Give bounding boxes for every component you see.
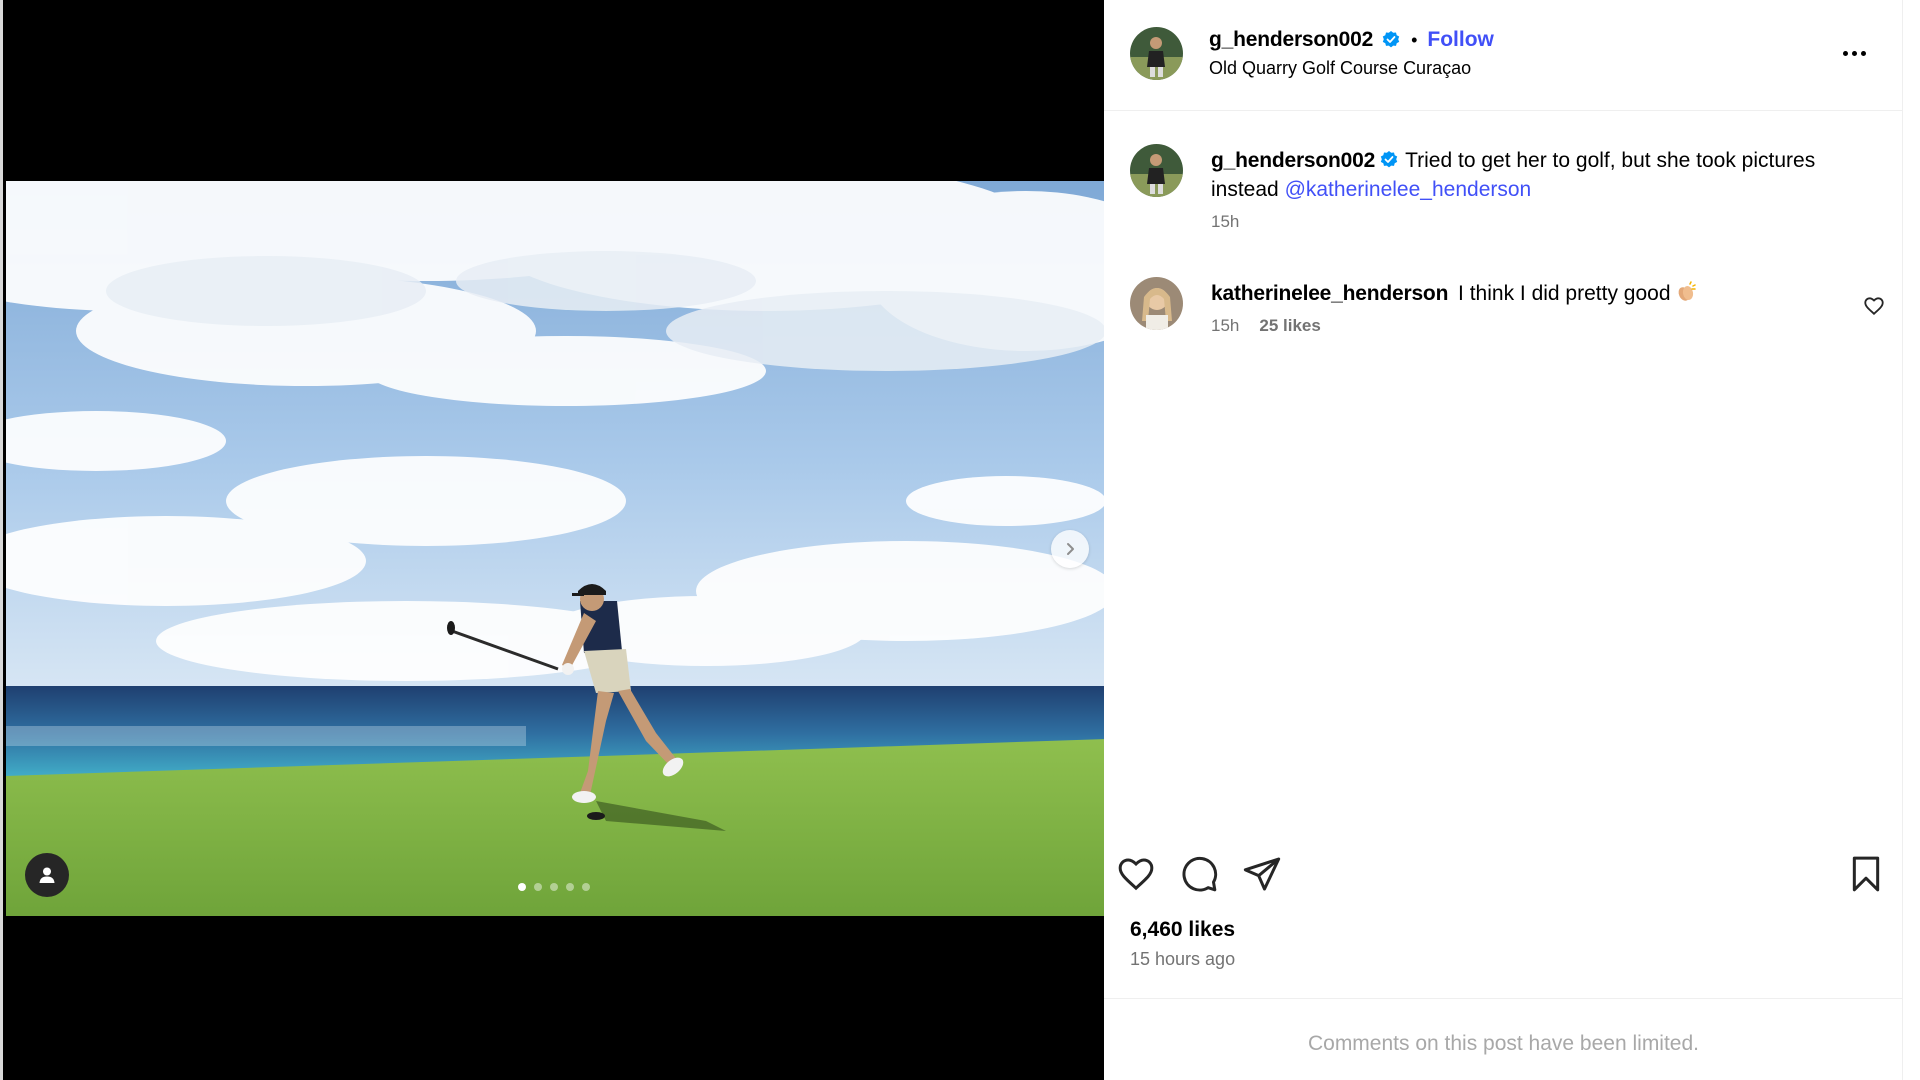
post-media-viewer xyxy=(0,0,1107,1080)
author-avatar[interactable] xyxy=(1130,27,1183,80)
next-slide-button[interactable] xyxy=(1051,530,1089,568)
tagged-users-button[interactable] xyxy=(25,853,69,897)
bookmark-icon xyxy=(1852,856,1880,892)
header-name-row: g_henderson002 • Follow xyxy=(1209,27,1494,53)
carousel-dot xyxy=(566,883,574,891)
dot-separator: • xyxy=(1411,29,1418,50)
avatar-image xyxy=(1130,144,1183,197)
comment-likes[interactable]: 25 likes xyxy=(1259,316,1320,336)
avatar-image xyxy=(1130,277,1183,330)
carousel-indicator xyxy=(518,883,590,891)
post-header: g_henderson002 • Follow Old Quarry Golf … xyxy=(1104,0,1903,111)
comment-like-heart-icon[interactable] xyxy=(1863,295,1885,317)
verified-badge-icon xyxy=(1381,30,1401,50)
comment-text-block: katherinelee_henderson I think I did pre… xyxy=(1211,279,1861,308)
author-username[interactable]: g_henderson002 xyxy=(1209,28,1373,52)
comment-timestamp[interactable]: 15h xyxy=(1211,316,1239,336)
comment-item: katherinelee_henderson I think I did pre… xyxy=(1130,277,1890,347)
post-photo[interactable] xyxy=(6,181,1107,916)
caption-author-avatar[interactable] xyxy=(1130,144,1183,197)
comments-section: g_henderson002 Tried to get her to golf, … xyxy=(1104,111,1903,838)
commenter-avatar[interactable] xyxy=(1130,277,1183,330)
share-button[interactable] xyxy=(1240,852,1284,896)
like-button[interactable] xyxy=(1114,852,1158,896)
avatar-image xyxy=(1130,27,1183,80)
post-timestamp[interactable]: 15 hours ago xyxy=(1130,949,1235,970)
verified-badge-icon xyxy=(1379,149,1399,169)
comment-button[interactable] xyxy=(1177,852,1221,896)
post-actions-bar: 6,460 likes 15 hours ago xyxy=(1104,838,1903,1000)
paper-plane-icon xyxy=(1243,857,1281,891)
caption-timestamp[interactable]: 15h xyxy=(1211,212,1239,232)
comment-username[interactable]: katherinelee_henderson xyxy=(1211,282,1448,305)
comment-meta: 15h 25 likes xyxy=(1211,316,1321,336)
comment-text: I think I did pretty good xyxy=(1458,282,1671,305)
more-options-button[interactable] xyxy=(1834,40,1874,66)
more-dots-icon xyxy=(1842,50,1848,56)
clapping-hands-emoji-icon xyxy=(1675,281,1697,303)
caption-meta: 15h xyxy=(1211,212,1239,232)
caption-text-block: g_henderson002 Tried to get her to golf, … xyxy=(1211,146,1861,204)
golf-scene-image xyxy=(6,181,1107,916)
save-button[interactable] xyxy=(1844,852,1888,896)
chevron-right-icon xyxy=(1067,543,1074,555)
carousel-dot xyxy=(534,883,542,891)
carousel-dot xyxy=(582,883,590,891)
post-likes-count[interactable]: 6,460 likes xyxy=(1130,918,1235,942)
post-location[interactable]: Old Quarry Golf Course Curaçao xyxy=(1209,58,1471,79)
heart-icon xyxy=(1118,858,1154,891)
user-icon xyxy=(39,867,55,883)
carousel-dot xyxy=(518,883,526,891)
comment-bubble-icon xyxy=(1182,856,1218,892)
caption-mention-link[interactable]: @katherinelee_henderson xyxy=(1285,178,1532,201)
caption-item: g_henderson002 Tried to get her to golf, … xyxy=(1130,144,1890,234)
follow-button[interactable]: Follow xyxy=(1427,28,1494,52)
carousel-dot xyxy=(550,883,558,891)
caption-username[interactable]: g_henderson002 xyxy=(1211,149,1375,172)
post-side-panel: g_henderson002 • Follow Old Quarry Golf … xyxy=(1104,0,1903,1080)
comments-limited-notice: Comments on this post have been limited. xyxy=(1104,998,1903,1080)
